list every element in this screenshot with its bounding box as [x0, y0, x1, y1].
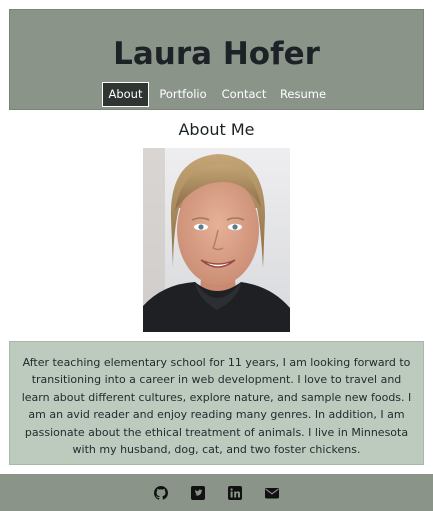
about-heading: About Me — [178, 120, 255, 139]
envelope-icon[interactable] — [265, 485, 279, 499]
main-nav: About Portfolio Contact Resume — [10, 82, 423, 107]
page: Laura Hofer About Portfolio Contact Resu… — [0, 0, 433, 511]
site-footer — [0, 474, 433, 511]
github-icon[interactable] — [154, 485, 168, 500]
nav-contact[interactable]: Contact — [220, 82, 268, 107]
site-header: Laura Hofer About Portfolio Contact Resu… — [9, 9, 424, 110]
profile-photo — [143, 148, 290, 332]
bio-text: After teaching elementary school for 11 … — [21, 356, 412, 457]
nav-about[interactable]: About — [102, 82, 149, 107]
nav-resume[interactable]: Resume — [278, 82, 328, 107]
bio-card: After teaching elementary school for 11 … — [9, 341, 424, 465]
twitter-icon[interactable] — [191, 485, 205, 500]
linkedin-icon[interactable] — [228, 485, 242, 500]
portrait-photo — [143, 148, 290, 332]
site-title: Laura Hofer — [113, 36, 320, 72]
nav-portfolio[interactable]: Portfolio — [156, 82, 210, 107]
